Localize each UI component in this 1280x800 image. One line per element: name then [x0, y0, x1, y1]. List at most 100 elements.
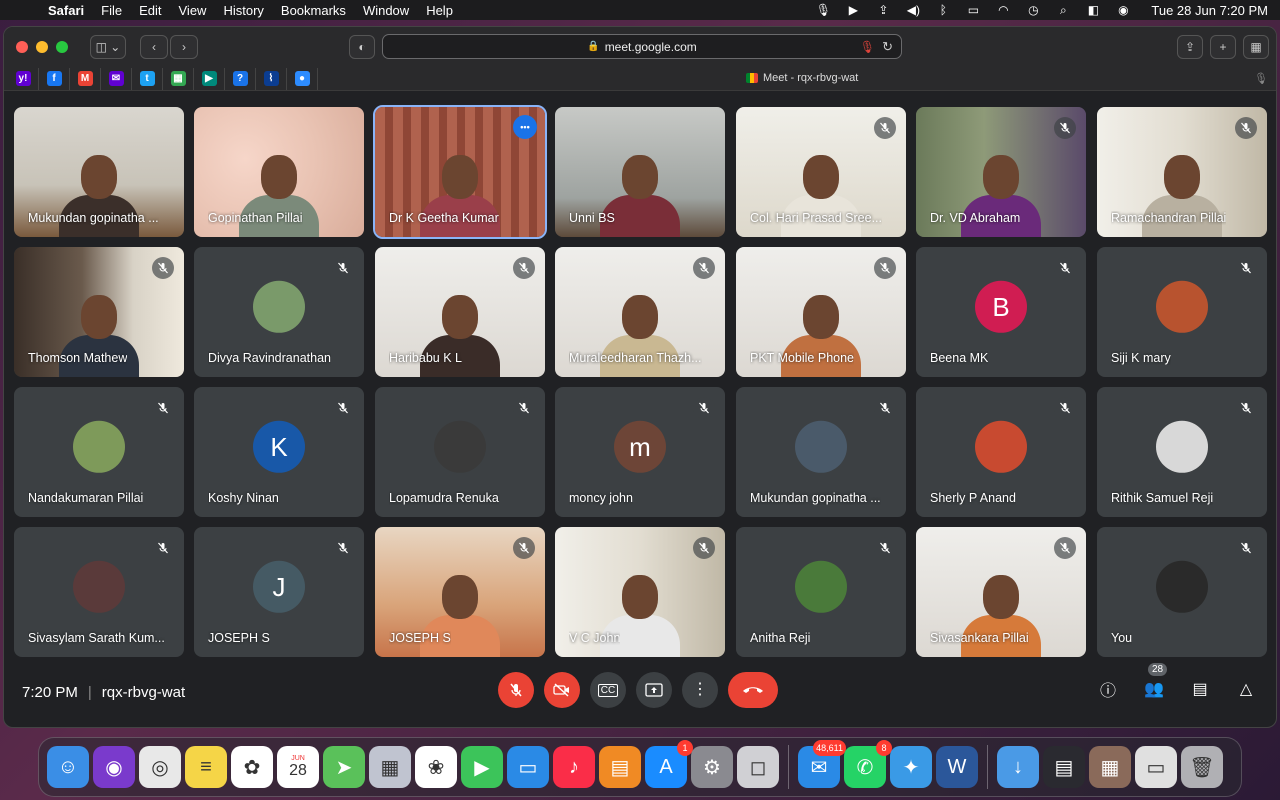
battery-icon[interactable]: ▭: [965, 3, 981, 17]
back-button[interactable]: ‹: [140, 35, 168, 59]
safari-icon[interactable]: ✦: [890, 746, 932, 788]
menu-app-name[interactable]: Safari: [48, 3, 84, 18]
participant-tile[interactable]: Ramachandran Pillai: [1097, 107, 1267, 237]
menu-window[interactable]: Window: [363, 3, 409, 18]
close-window-button[interactable]: [16, 41, 28, 53]
participant-tile[interactable]: Lopamudra Renuka: [375, 387, 545, 517]
microphone-status-icon[interactable]: 🎙: [815, 3, 831, 17]
reload-icon[interactable]: ↻: [882, 39, 893, 55]
downloads-icon[interactable]: ↓: [997, 746, 1039, 788]
favorite-twitter[interactable]: t: [132, 67, 163, 90]
volume-icon[interactable]: ◀): [905, 3, 921, 17]
leave-call-button[interactable]: [728, 672, 778, 708]
participant-tile[interactable]: Divya Ravindranathan: [194, 247, 364, 377]
participant-tile[interactable]: Anitha Reji: [736, 527, 906, 657]
new-tab-button[interactable]: +: [1210, 35, 1236, 59]
microphone-off-button[interactable]: [498, 672, 534, 708]
keynote-icon[interactable]: ▭: [507, 746, 549, 788]
participant-tile[interactable]: Nandakumaran Pillai: [14, 387, 184, 517]
favorite-calendar[interactable]: ▦: [163, 67, 194, 90]
zoom-window-button[interactable]: [56, 41, 68, 53]
participant-tile[interactable]: Rithik Samuel Reji: [1097, 387, 1267, 517]
participant-tile[interactable]: Siji K mary: [1097, 247, 1267, 377]
chrome-icon[interactable]: ◎: [139, 746, 181, 788]
word-icon[interactable]: W: [936, 746, 978, 788]
participant-tile[interactable]: Col. Hari Prasad Sree...: [736, 107, 906, 237]
tile-more-options-icon[interactable]: •••: [513, 115, 537, 139]
mic-in-use-icon[interactable]: 🎙: [860, 40, 875, 54]
people-button[interactable]: 28 👥: [1142, 663, 1168, 701]
favorite-facebook[interactable]: f: [39, 67, 70, 90]
mail-icon[interactable]: ✉ 48,611: [798, 740, 846, 788]
app-store-icon[interactable]: A1: [645, 740, 693, 788]
captions-button[interactable]: CC: [590, 672, 626, 708]
launchpad-icon[interactable]: ▦: [369, 746, 411, 788]
participant-tile[interactable]: Haribabu K L: [375, 247, 545, 377]
share-button[interactable]: ⇪: [1177, 35, 1203, 59]
menu-clock[interactable]: Tue 28 Jun 7:20 PM: [1151, 3, 1268, 18]
settings-icon[interactable]: ⚙: [691, 746, 733, 788]
play-icon[interactable]: ▶: [845, 3, 861, 17]
favorite-gmail[interactable]: M: [70, 67, 101, 90]
participant-tile[interactable]: V C John: [555, 527, 725, 657]
participant-tile[interactable]: PKT Mobile Phone: [736, 247, 906, 377]
more-options-button[interactable]: ⋮: [682, 672, 718, 708]
participant-tile[interactable]: Mukundan gopinatha ...: [14, 107, 184, 237]
chat-button[interactable]: ▤: [1188, 677, 1212, 701]
screenshot-icon[interactable]: ◻: [737, 746, 779, 788]
favorite-zoom[interactable]: ●: [287, 67, 318, 90]
favorite-meet[interactable]: ▶: [194, 67, 225, 90]
participant-tile[interactable]: Mukundan gopinatha ...: [736, 387, 906, 517]
menu-file[interactable]: File: [101, 3, 122, 18]
menu-view[interactable]: View: [179, 3, 207, 18]
participant-tile[interactable]: K Koshy Ninan: [194, 387, 364, 517]
whatsapp-icon[interactable]: ✆ 8: [844, 740, 892, 788]
upload-icon[interactable]: ⇪: [875, 3, 891, 17]
participant-tile[interactable]: Sivasylam Sarath Kum...: [14, 527, 184, 657]
activities-button[interactable]: △: [1234, 677, 1258, 701]
participant-tile[interactable]: J JOSEPH S: [194, 527, 364, 657]
music-icon[interactable]: ♪: [553, 746, 595, 788]
camera-off-button[interactable]: [544, 672, 580, 708]
participant-tile[interactable]: ••• Dr K Geetha Kumar: [373, 105, 547, 239]
participant-tile[interactable]: B Beena MK: [916, 247, 1086, 377]
books-icon[interactable]: ▤: [599, 746, 641, 788]
favorite-yahoo-mail[interactable]: ✉: [101, 67, 132, 90]
finder-icon[interactable]: ☺: [47, 746, 89, 788]
participant-tile[interactable]: You: [1097, 527, 1267, 657]
participant-tile[interactable]: Unni BS: [555, 107, 725, 237]
favorite-yahoo[interactable]: y!: [8, 67, 39, 90]
participant-tile[interactable]: Dr. VD Abraham: [916, 107, 1086, 237]
bluetooth-icon[interactable]: ᛒ: [935, 3, 951, 17]
wifi-icon[interactable]: ◠: [995, 3, 1011, 17]
control-center-icon[interactable]: ◧: [1085, 3, 1101, 17]
window-thumb-icon[interactable]: ▤: [1043, 746, 1085, 788]
notes-icon[interactable]: ≡: [185, 746, 227, 788]
menu-history[interactable]: History: [223, 3, 263, 18]
time-machine-icon[interactable]: ◷: [1025, 3, 1041, 17]
favorite-help[interactable]: ?: [225, 67, 256, 90]
meeting-details-button[interactable]: ⓘ: [1096, 677, 1120, 701]
photos-app-icon[interactable]: ✿: [231, 746, 273, 788]
photos-icon[interactable]: ❀: [415, 746, 457, 788]
participant-tile[interactable]: Muraleedharan Thazh...: [555, 247, 725, 377]
participant-tile[interactable]: Gopinathan Pillai: [194, 107, 364, 237]
menu-bookmarks[interactable]: Bookmarks: [281, 3, 346, 18]
active-tab[interactable]: Meet - rqx-rbvg-wat: [746, 72, 858, 84]
calendar-app-icon[interactable]: JUN 28: [277, 746, 319, 788]
tab-overview-button[interactable]: ▦: [1243, 35, 1269, 59]
privacy-shield-icon[interactable]: ◐: [349, 35, 375, 59]
siri-menu-icon[interactable]: ◉: [1115, 3, 1131, 17]
menu-edit[interactable]: Edit: [139, 3, 161, 18]
participant-tile[interactable]: JOSEPH S: [375, 527, 545, 657]
participant-tile[interactable]: Thomson Mathew: [14, 247, 184, 377]
tab-mic-icon[interactable]: 🎙: [1254, 72, 1268, 85]
spotlight-search-icon[interactable]: ⌕: [1055, 3, 1071, 17]
address-bar[interactable]: 🔒 meet.google.com 🎙 ↻: [382, 34, 902, 59]
present-screen-button[interactable]: [636, 672, 672, 708]
favorite-chart[interactable]: ⌇: [256, 67, 287, 90]
trash-icon[interactable]: 🗑: [1181, 746, 1223, 788]
maps-icon[interactable]: ➤: [323, 746, 365, 788]
participant-tile[interactable]: m moncy john: [555, 387, 725, 517]
window-thumb-icon[interactable]: ▭: [1135, 746, 1177, 788]
